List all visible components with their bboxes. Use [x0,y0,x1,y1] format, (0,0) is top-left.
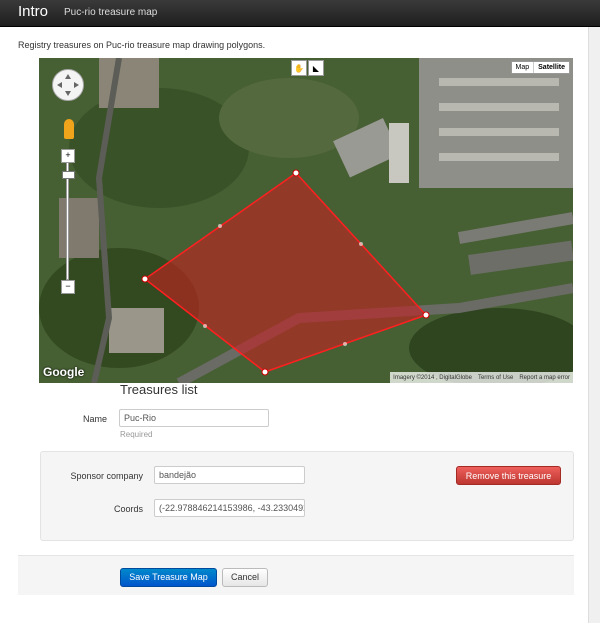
brand-link[interactable]: Intro [18,3,48,20]
map-type-map[interactable]: Map [512,62,534,73]
treasures-list-heading: Treasures list [120,382,198,397]
cancel-button[interactable]: Cancel [222,568,268,587]
nav-link-treasure-map[interactable]: Puc-rio treasure map [64,7,157,18]
name-label: Name [82,414,107,424]
map-type-satellite[interactable]: Satellite [533,62,569,73]
page-content: Registry treasures on Puc-rio treasure m… [0,27,588,623]
sponsor-company-label: Sponsor company [70,471,143,481]
map-attribution: Imagery ©2014 , DigitalGlobe Terms of Us… [390,372,573,383]
zoom-in-button[interactable]: + [61,149,75,163]
polygon-icon[interactable]: ◣ [308,60,324,76]
zoom-slider-handle[interactable] [62,171,75,179]
top-navbar: Intro Puc-rio treasure map [0,0,600,27]
google-logo: Google [43,365,85,379]
hand-icon[interactable]: ✋ [291,60,307,76]
intro-text: Registry treasures on Puc-rio treasure m… [18,40,266,50]
map-imagery [39,58,573,383]
satellite-map[interactable]: Map Satellite ✋ ◣ + − Google Imagery ©20… [39,58,573,383]
name-input[interactable]: Puc-Rio [119,409,269,427]
scrollbar[interactable] [588,27,600,623]
pan-arrows-icon [57,74,79,96]
sponsor-company-input[interactable]: bandejão [154,466,305,484]
zoom-out-button[interactable]: − [61,280,75,294]
imagery-credit: Imagery ©2014 , DigitalGlobe [393,374,472,381]
coords-label: Coords [113,504,143,514]
map-type-control: Map Satellite [510,61,570,74]
remove-treasure-button[interactable]: Remove this treasure [456,466,561,485]
street-view-pegman-icon[interactable] [64,119,74,139]
sponsor-panel: Sponsor company bandejão Coords (-22.978… [40,451,574,541]
terms-of-use-link[interactable]: Terms of Use [478,375,513,381]
save-treasure-map-button[interactable]: Save Treasure Map [120,568,217,587]
zoom-slider-track[interactable] [66,162,69,280]
name-help-text: Required [120,430,153,439]
form-actions: Save Treasure Map Cancel [18,555,574,595]
report-map-error-link[interactable]: Report a map error [519,375,570,381]
drawing-tools: ✋ ◣ [291,60,324,76]
zoom-control: + − [61,149,75,294]
pan-control[interactable] [52,69,84,101]
coords-input[interactable]: (-22.978846214153986, -43.2330492 [154,499,305,517]
